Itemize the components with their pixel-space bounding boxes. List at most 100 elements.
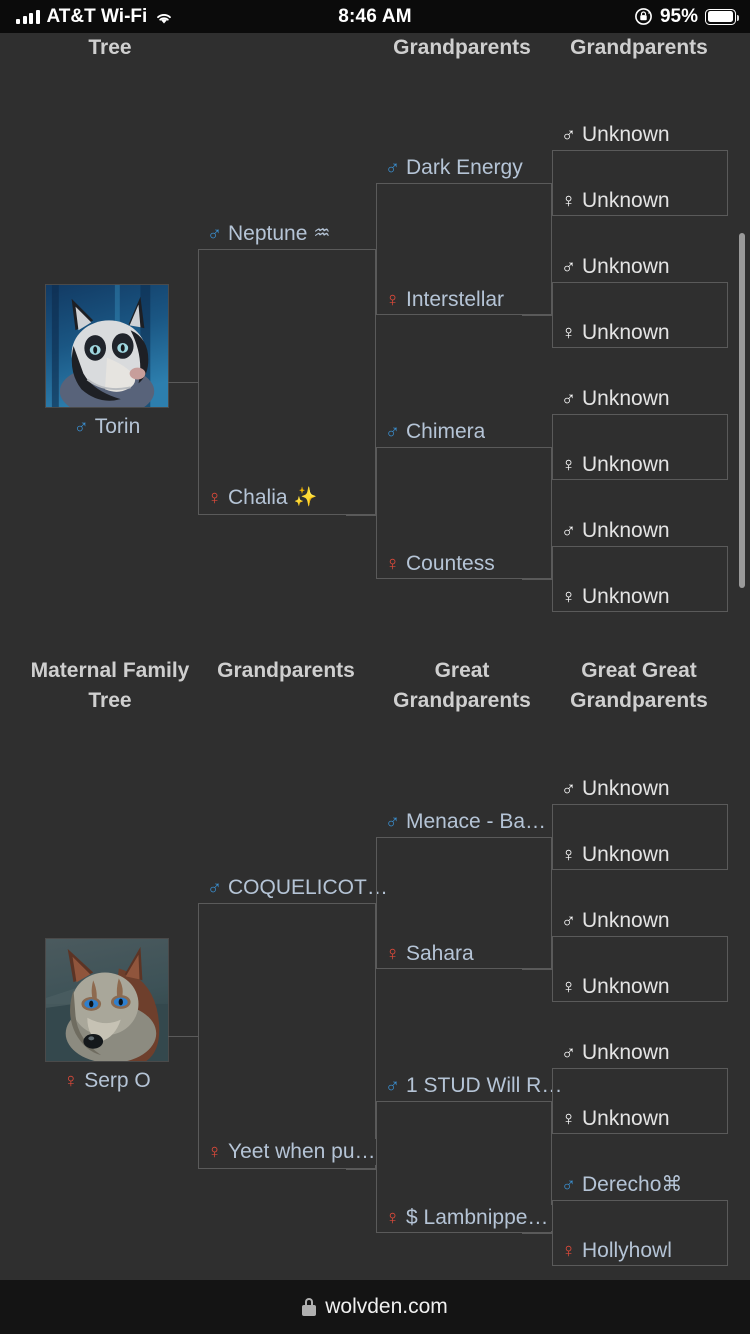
female-symbol-icon: ♀ [561, 586, 576, 608]
paternal-gen3-6[interactable]: ♂ Unknown [559, 518, 674, 544]
female-symbol-icon: ♀ [63, 1070, 79, 1092]
name-text: COQUELICOT… [228, 876, 388, 899]
male-symbol-icon: ♂ [385, 1075, 400, 1097]
maternal-header-3: Great Great Grandparents [570, 659, 708, 712]
trident-icon: ♒ [313, 223, 331, 244]
connector-maternal-gen1-gen2-bottom [346, 1169, 376, 1170]
lock-icon [302, 1298, 317, 1316]
maternal-gen3-7[interactable]: ♀ Hollyhowl [559, 1238, 676, 1264]
maternal-subject[interactable]: ♀ Serp O [17, 938, 197, 1093]
female-symbol-icon: ♀ [385, 1207, 400, 1229]
name-text: Serp O [84, 1069, 151, 1092]
battery-icon [705, 8, 740, 25]
maternal-header-0: Maternal Family Tree [30, 659, 190, 712]
maternal-header-1: Grandparents [217, 659, 355, 682]
connector-maternal-gen2-gen3-3 [522, 1233, 552, 1234]
paternal-gen2-1[interactable]: ♀ Interstellar [383, 287, 509, 313]
name-text: Torin [94, 415, 141, 438]
name-text: Unknown [582, 387, 670, 410]
name-text: Unknown [582, 519, 670, 542]
domain-label[interactable]: wolvden.com [325, 1295, 448, 1319]
paternal-gen3-5[interactable]: ♀ Unknown [559, 452, 674, 478]
name-text: Unknown [582, 843, 670, 866]
male-symbol-icon: ♂ [73, 416, 89, 438]
name-text: Dark Energy [406, 156, 523, 179]
paternal-subject-portrait[interactable] [45, 284, 169, 408]
status-bar-right: 95% [450, 6, 750, 28]
maternal-gen3-1[interactable]: ♀ Unknown [559, 842, 674, 868]
name-text: $ Lambnippe… [406, 1206, 549, 1229]
name-text: Neptune [228, 222, 308, 245]
paternal-gen3-7[interactable]: ♀ Unknown [559, 584, 674, 610]
maternal-subject-name[interactable]: ♀ Serp O [17, 1069, 197, 1093]
name-text: Unknown [582, 453, 670, 476]
female-symbol-icon: ♀ [207, 487, 222, 509]
maternal-gen3-4[interactable]: ♂ Unknown [559, 1040, 674, 1066]
maternal-gen1-father[interactable]: ♂ COQUELICOT… [205, 875, 392, 901]
maternal-gen3-0[interactable]: ♂ Unknown [559, 776, 674, 802]
connector-maternal-gen1-gen2-top [346, 903, 376, 904]
maternal-subject-portrait[interactable] [45, 938, 169, 1062]
name-text: Menace - Ba… [406, 810, 547, 833]
paternal-gen1-father[interactable]: ♂ Neptune ♒ [205, 221, 335, 247]
female-symbol-icon: ♀ [385, 943, 400, 965]
vertical-scrollbar[interactable] [739, 233, 745, 588]
name-text: Unknown [582, 777, 670, 800]
paternal-gen3-0[interactable]: ♂ Unknown [559, 122, 674, 148]
battery-percent-label: 95% [659, 5, 698, 27]
connector-maternal-gen2-gen3-1 [522, 969, 552, 970]
female-symbol-icon: ♀ [385, 289, 400, 311]
paternal-header-2: Grandparents [393, 36, 531, 59]
male-symbol-icon: ♂ [561, 520, 576, 542]
rotation-lock-icon [634, 7, 653, 26]
paternal-subject[interactable]: ♂ Torin [17, 284, 197, 439]
female-symbol-icon: ♀ [561, 1240, 576, 1262]
name-text: Unknown [582, 255, 670, 278]
name-text: Chalia [228, 486, 288, 509]
male-symbol-icon: ♂ [207, 223, 222, 245]
paternal-header-0: Tree [88, 36, 132, 59]
name-text: Unknown [582, 975, 670, 998]
male-symbol-icon: ♂ [561, 1174, 576, 1196]
paternal-subject-name[interactable]: ♂ Torin [17, 415, 197, 439]
maternal-gen2-1[interactable]: ♀ Sahara [383, 941, 478, 967]
connector-gen2-gen3-2 [522, 447, 552, 448]
paternal-gen1-mother[interactable]: ♀ Chalia ✨ [205, 485, 322, 511]
paternal-gen2-2[interactable]: ♂ Chimera [383, 419, 490, 445]
name-text: Interstellar [406, 288, 505, 311]
maternal-gen3-5[interactable]: ♀ Unknown [559, 1106, 674, 1132]
wifi-icon [154, 9, 174, 24]
maternal-gen2-3[interactable]: ♀ $ Lambnippe… [383, 1205, 553, 1231]
paternal-gen3-4[interactable]: ♂ Unknown [559, 386, 674, 412]
maternal-gen1-mother[interactable]: ♀ Yeet when pu… [205, 1139, 380, 1165]
maternal-family-tree: ♀ Serp O ♂ COQUELICOT… ♀ Yeet when pu… ♂… [0, 723, 750, 1280]
name-text: Yeet when pu… [228, 1140, 376, 1163]
female-symbol-icon: ♀ [385, 553, 400, 575]
name-text: 1 STUD Will R… [406, 1074, 563, 1097]
status-bar-left: AT&T Wi-Fi [0, 6, 300, 28]
male-symbol-icon: ♂ [385, 811, 400, 833]
male-symbol-icon: ♂ [385, 421, 400, 443]
maternal-gen3-3[interactable]: ♀ Unknown [559, 974, 674, 1000]
family-tree-page: Tree Grandparents Grandparents ♂ Torin ♂… [0, 33, 750, 1280]
connector-maternal-subject-gen1 [168, 1036, 198, 1037]
connector-gen2-gen3-1 [522, 315, 552, 316]
name-text: Unknown [582, 123, 670, 146]
paternal-gen2-0[interactable]: ♂ Dark Energy [383, 155, 527, 181]
maternal-header-2: Great Grandparents [393, 659, 531, 712]
female-symbol-icon: ♀ [561, 844, 576, 866]
connector-maternal-gen2-gen3-0 [522, 837, 552, 838]
maternal-gen1-bracket [198, 903, 376, 1169]
maternal-gen2-0[interactable]: ♂ Menace - Ba… [383, 809, 551, 835]
male-symbol-icon: ♂ [561, 778, 576, 800]
female-symbol-icon: ♀ [561, 976, 576, 998]
maternal-gen3-2[interactable]: ♂ Unknown [559, 908, 674, 934]
paternal-gen3-3[interactable]: ♀ Unknown [559, 320, 674, 346]
paternal-gen2-3[interactable]: ♀ Countess [383, 551, 499, 577]
paternal-gen3-1[interactable]: ♀ Unknown [559, 188, 674, 214]
paternal-gen3-2[interactable]: ♂ Unknown [559, 254, 674, 280]
maternal-gen3-6[interactable]: ♂ Derecho⌘ [559, 1172, 687, 1198]
male-symbol-icon: ♂ [561, 256, 576, 278]
maternal-gen2-2[interactable]: ♂ 1 STUD Will R… [383, 1073, 567, 1099]
connector-gen2-gen3-3 [522, 579, 552, 580]
